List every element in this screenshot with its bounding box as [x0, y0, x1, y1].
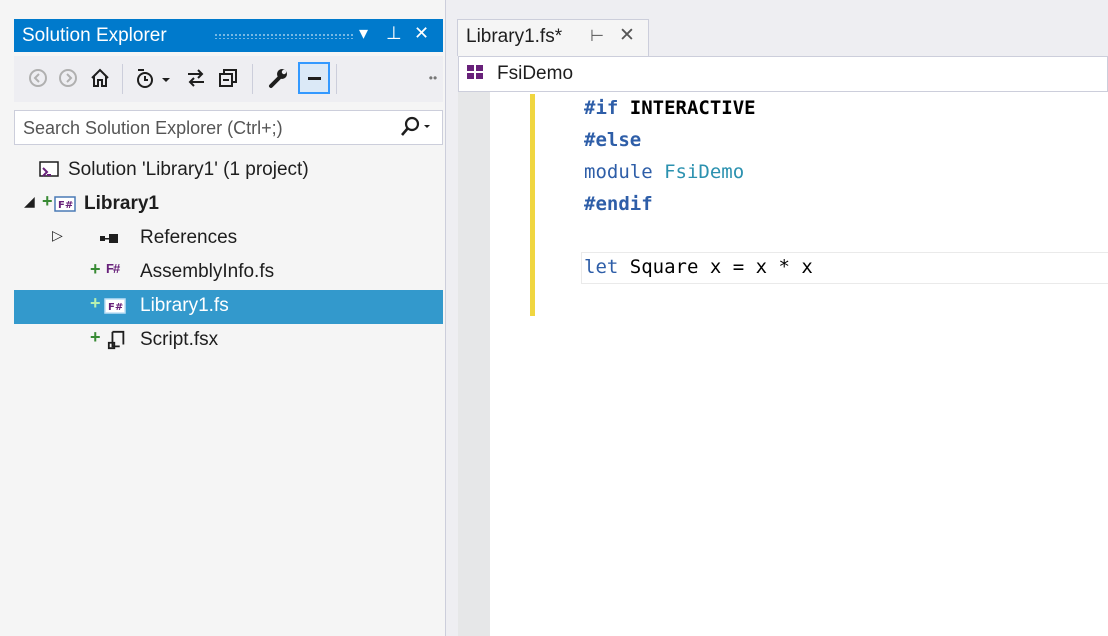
- search-solution-explorer-input[interactable]: Search Solution Explorer (Ctrl+;): [14, 110, 443, 145]
- navigation-bar[interactable]: FsiDemo: [458, 56, 1108, 92]
- added-indicator-icon: +: [90, 293, 101, 313]
- tree-item-script-fsx[interactable]: + Script.fsx: [14, 324, 443, 358]
- solution-explorer-title-bar: Solution Explorer ▾ ⊥ ✕: [14, 19, 443, 52]
- svg-text:F#: F#: [108, 302, 123, 313]
- clock-filter-icon: [137, 69, 170, 88]
- properties-button[interactable]: [264, 64, 292, 92]
- references-icon: [100, 234, 118, 243]
- tree-item-label: AssemblyInfo.fs: [140, 261, 275, 282]
- code-line-4: #endif: [584, 193, 653, 215]
- tree-item-references[interactable]: ▷ References: [14, 222, 443, 256]
- tree-item-label: Library1: [84, 193, 159, 214]
- pending-changes-filter-button[interactable]: [132, 64, 176, 92]
- module-icon: [467, 65, 485, 81]
- solution-icon: [39, 161, 59, 177]
- collapse-all-icon: [219, 69, 237, 87]
- solution-explorer-panel: Solution Explorer ▾ ⊥ ✕ •• Search Soluti…: [0, 0, 446, 636]
- tree-item-solution[interactable]: Solution 'Library1' (1 project): [14, 154, 443, 188]
- tree-item-label: Script.fsx: [140, 329, 219, 350]
- sync-with-active-document-button[interactable]: [182, 64, 210, 92]
- home-button[interactable]: [86, 64, 114, 92]
- title-grip[interactable]: [214, 33, 354, 39]
- back-icon: [29, 69, 47, 87]
- toolbar-separator: [336, 64, 337, 94]
- expand-arrow-icon[interactable]: ▷: [52, 227, 63, 244]
- module-dropdown[interactable]: FsiDemo: [497, 63, 573, 85]
- toolbar-separator: [252, 64, 253, 94]
- toolbar-separator: [122, 64, 123, 94]
- change-tracking-bar: [530, 94, 535, 316]
- wrench-icon: [269, 69, 287, 88]
- added-indicator-icon: +: [90, 259, 101, 279]
- code-line-1: #if INTERACTIVE: [584, 97, 756, 119]
- search-icon: [401, 116, 430, 136]
- code-editor[interactable]: #if INTERACTIVE #else module FsiDemo #en…: [458, 92, 1108, 636]
- search-placeholder: Search Solution Explorer (Ctrl+;): [23, 118, 283, 138]
- preview-icon: [308, 77, 321, 80]
- close-icon[interactable]: ✕: [414, 23, 429, 44]
- collapse-arrow-icon[interactable]: ◢: [24, 193, 35, 210]
- added-indicator-icon: +: [90, 327, 101, 347]
- tab-label: Library1.fs*: [466, 26, 563, 47]
- pin-tab-icon[interactable]: ⊢: [590, 26, 604, 46]
- back-button[interactable]: [24, 64, 52, 92]
- tree-item-assemblyinfo[interactable]: + F# AssemblyInfo.fs: [14, 256, 443, 290]
- code-line-3: module FsiDemo: [584, 161, 745, 183]
- collapse-all-button[interactable]: [214, 64, 242, 92]
- tree-item-label: Library1.fs: [140, 295, 229, 316]
- toolbar-overflow-button[interactable]: ••: [419, 64, 447, 92]
- forward-button[interactable]: [54, 64, 82, 92]
- home-icon: [91, 68, 109, 87]
- pin-icon[interactable]: ⊥: [386, 23, 402, 44]
- tree-item-library1-fs[interactable]: + F# Library1.fs: [14, 290, 443, 324]
- tree-item-project[interactable]: ◢ + F# Library1: [14, 188, 443, 222]
- search-options-button[interactable]: [398, 114, 434, 146]
- forward-icon: [59, 69, 77, 87]
- editor-margin: [458, 92, 490, 636]
- fsharp-project-icon: F#: [54, 196, 76, 212]
- fsharp-script-icon: [107, 330, 125, 350]
- tab-library1-fs[interactable]: Library1.fs* ⊢ ✕: [457, 19, 649, 56]
- added-indicator-icon: +: [42, 191, 53, 211]
- preview-selected-items-button[interactable]: [298, 62, 330, 94]
- code-line-6: let Square x = x * x: [584, 256, 813, 278]
- panel-title: Solution Explorer: [22, 25, 167, 46]
- tree-item-label: References: [140, 227, 238, 248]
- svg-text:F#: F#: [58, 200, 73, 211]
- document-tab-strip: Library1.fs* ⊢ ✕: [446, 0, 1108, 56]
- close-tab-icon[interactable]: ✕: [619, 24, 635, 47]
- fsharp-file-icon: F#: [104, 298, 126, 314]
- fsharp-file-icon: F#: [106, 261, 120, 276]
- code-line-2: #else: [584, 129, 642, 151]
- overflow-icon: ••: [428, 71, 438, 85]
- window-position-dropdown-icon[interactable]: ▾: [359, 23, 368, 44]
- sync-arrows-icon: [188, 69, 204, 87]
- solution-explorer-toolbar: ••: [14, 56, 443, 102]
- tree-item-label: Solution 'Library1' (1 project): [68, 159, 309, 180]
